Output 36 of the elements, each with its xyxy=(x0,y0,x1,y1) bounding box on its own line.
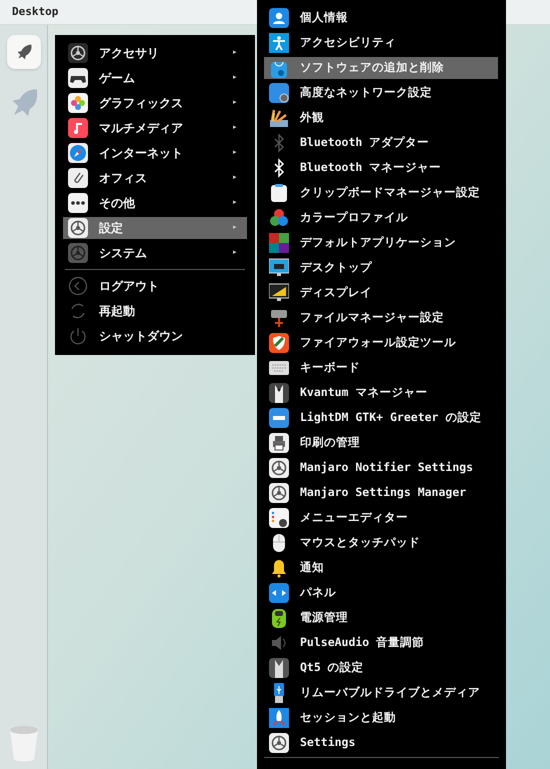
top-bar-title: Desktop xyxy=(12,4,58,20)
clipboard-icon xyxy=(269,183,289,203)
submenu-item[interactable]: ソフトウェアの追加と削除 xyxy=(264,57,498,79)
launcher-button[interactable] xyxy=(6,35,40,69)
dots-icon xyxy=(68,193,88,213)
gear-icon xyxy=(68,218,88,238)
gear-icon xyxy=(68,43,88,63)
arrows-icon xyxy=(269,583,289,603)
battery-icon xyxy=(269,608,289,628)
color-grid-icon xyxy=(269,233,289,253)
power-icon xyxy=(68,326,88,346)
printer-icon xyxy=(269,433,289,453)
window-icon xyxy=(269,408,289,428)
tuxedo-icon xyxy=(269,658,289,678)
logout-icon xyxy=(68,276,88,296)
person-icon xyxy=(269,8,289,28)
display-icon xyxy=(269,283,289,303)
accessibility-icon xyxy=(269,33,289,53)
tuxedo-icon xyxy=(269,383,289,403)
color-circles-icon xyxy=(269,208,289,228)
gear-icon xyxy=(269,458,289,478)
gear-icon xyxy=(269,733,289,753)
rocket-icon xyxy=(269,708,289,728)
keyboard-icon xyxy=(269,358,289,378)
shield-icon xyxy=(269,333,289,353)
list-icon xyxy=(269,508,289,528)
gear-icon xyxy=(68,243,88,263)
compass-icon xyxy=(68,143,88,163)
trash-icon[interactable] xyxy=(8,725,40,763)
flower-icon xyxy=(68,93,88,113)
bell-icon xyxy=(269,558,289,578)
paperclip-icon xyxy=(68,168,88,188)
monitor-icon xyxy=(269,258,289,278)
gear-icon xyxy=(269,483,289,503)
color-swatches-icon xyxy=(269,108,289,128)
music-note-icon xyxy=(68,118,88,138)
